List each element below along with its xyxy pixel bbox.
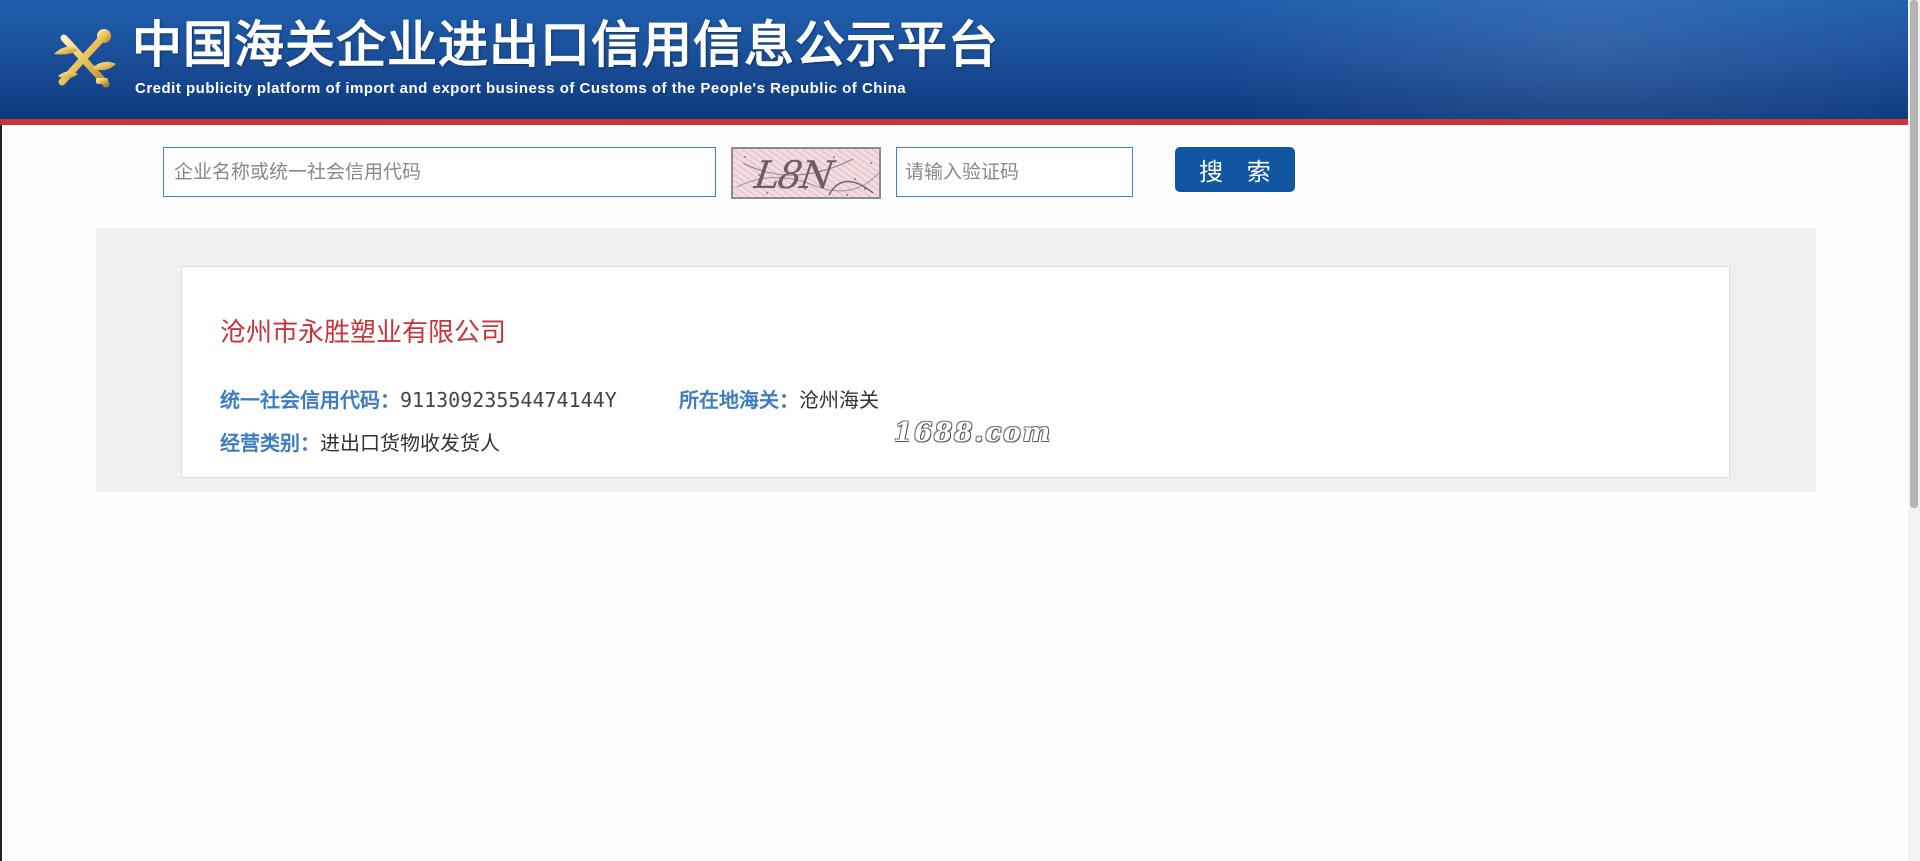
credit-code-value: 91130923554474144Y [400,388,617,412]
site-title: 中国海关企业进出口信用信息公示平台 [132,16,999,74]
company-search-input[interactable] [163,147,716,197]
search-button[interactable]: 搜 索 [1175,147,1295,192]
scrollbar-thumb[interactable] [1910,0,1918,508]
customs-field: 所在地海关：沧州海关 [679,384,879,413]
customs-value: 沧州海关 [799,388,879,412]
category-label: 经营类别： [220,431,320,455]
site-header: 中国海关企业进出口信用信息公示平台 Credit publicity platf… [0,0,1920,125]
site-subtitle: Credit publicity platform of import and … [135,80,907,97]
customs-emblem-icon [54,29,116,88]
category-value: 进出口货物收发货人 [320,431,500,455]
category-field: 经营类别：进出口货物收发货人 [220,427,500,456]
captcha-input[interactable] [896,147,1133,197]
credit-code-label: 统一社会信用代码： [220,388,400,412]
window-left-edge [0,125,2,861]
credit-code-field: 统一社会信用代码：91130923554474144Y [220,384,617,413]
watermark: 1688.com [894,418,1053,448]
company-name[interactable]: 沧州市永胜塑业有限公司 [220,312,506,349]
captcha-text: L8N [751,153,835,197]
captcha-image[interactable]: L8N [731,147,881,199]
customs-label: 所在地海关： [679,388,799,412]
results-area: 沧州市永胜塑业有限公司 统一社会信用代码：91130923554474144Y … [96,228,1816,492]
